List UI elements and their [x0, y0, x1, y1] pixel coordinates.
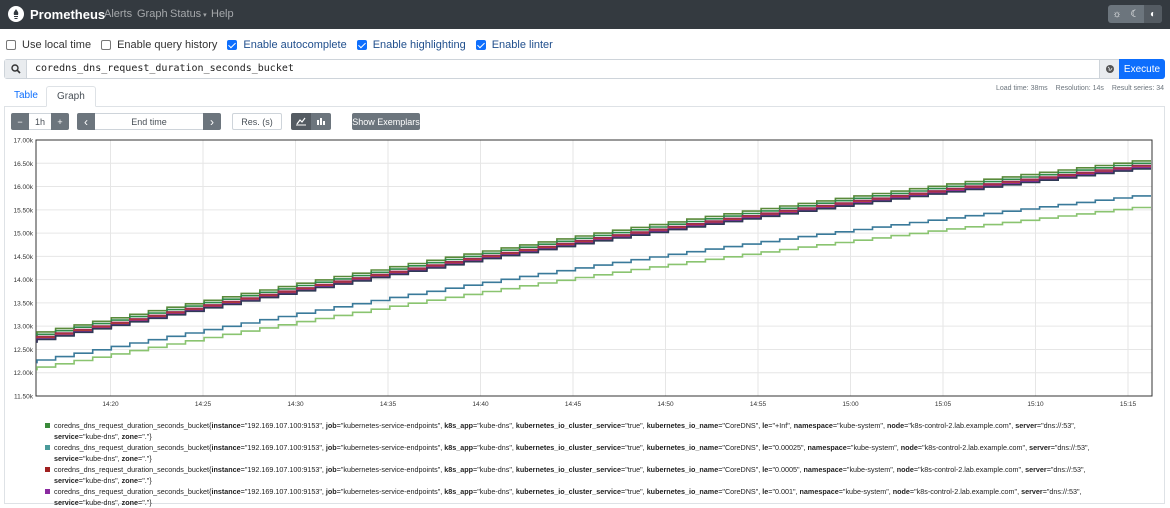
- legend-label: coredns_dns_request_duration_seconds_buc…: [54, 465, 1086, 485]
- expression-input[interactable]: coredns_dns_request_duration_seconds_buc…: [27, 60, 1099, 78]
- x-tick-label: 14:35: [380, 401, 397, 408]
- option-label: Enable query history: [117, 39, 218, 51]
- query-options: Use local time Enable query history Enab…: [6, 38, 563, 52]
- autocomplete-checkbox[interactable]: [227, 40, 238, 50]
- linter-checkbox[interactable]: [475, 40, 486, 50]
- nav-status[interactable]: Status ▾: [170, 8, 207, 20]
- show-exemplars-button[interactable]: Show Exemplars: [352, 113, 420, 130]
- range-input[interactable]: 1h: [29, 113, 51, 130]
- nav-status-label: Status: [170, 8, 202, 20]
- option-label: Use local time: [22, 39, 92, 51]
- legend-label: coredns_dns_request_duration_seconds_buc…: [54, 443, 1090, 463]
- y-tick-label: 11.50k: [14, 394, 34, 401]
- y-tick-label: 16.50k: [13, 161, 33, 168]
- next-time-button[interactable]: ›: [203, 113, 221, 130]
- nav-help[interactable]: Help: [211, 8, 234, 20]
- option-label: Enable highlighting: [372, 39, 466, 51]
- legend-item[interactable]: coredns_dns_request_duration_seconds_buc…: [45, 486, 1120, 508]
- globe-icon[interactable]: [1099, 60, 1119, 78]
- option-query-history[interactable]: Enable query history: [101, 39, 217, 51]
- series-line: [36, 167, 1151, 343]
- caret-down-icon: ▾: [201, 12, 207, 19]
- legend-item[interactable]: coredns_dns_request_duration_seconds_buc…: [45, 442, 1120, 464]
- nav-alerts[interactable]: Alerts: [104, 8, 132, 20]
- legend-swatch: [45, 467, 50, 472]
- nav-graph[interactable]: Graph: [137, 8, 168, 20]
- x-tick-label: 14:20: [102, 401, 119, 408]
- increase-range-button[interactable]: +: [51, 113, 69, 130]
- x-tick-label: 14:30: [287, 401, 304, 408]
- x-tick-label: 15:00: [842, 401, 859, 408]
- option-autocomplete[interactable]: Enable autocomplete: [227, 39, 347, 51]
- brand-title[interactable]: Prometheus: [30, 7, 105, 22]
- series-line: [36, 166, 1151, 342]
- option-linter[interactable]: Enable linter: [475, 39, 553, 51]
- resolution-input[interactable]: Res. (s): [232, 113, 282, 130]
- legend-swatch: [45, 489, 50, 494]
- query-bar: coredns_dns_request_duration_seconds_buc…: [4, 59, 1165, 79]
- line-chart-icon[interactable]: [291, 113, 311, 130]
- moon-icon[interactable]: ☾: [1126, 5, 1144, 23]
- legend-item[interactable]: coredns_dns_request_duration_seconds_buc…: [45, 464, 1120, 486]
- search-icon: [5, 60, 27, 78]
- tab-table[interactable]: Table: [4, 86, 48, 107]
- graph-controls: − 1h + ‹ End time › Res. (s): [11, 113, 331, 130]
- y-tick-label: 16.00k: [13, 184, 33, 191]
- option-label: Enable linter: [491, 39, 553, 51]
- y-tick-label: 17.00k: [13, 138, 33, 145]
- y-tick-label: 13.50k: [13, 300, 33, 307]
- y-tick-label: 14.50k: [13, 254, 33, 261]
- x-tick-label: 14:45: [565, 401, 582, 408]
- prometheus-logo-icon[interactable]: [8, 6, 24, 22]
- stacked-chart-icon[interactable]: [311, 113, 331, 130]
- legend-label: coredns_dns_request_duration_seconds_buc…: [54, 421, 1076, 441]
- y-tick-label: 13.00k: [13, 324, 33, 331]
- sun-icon[interactable]: ☼: [1108, 5, 1126, 23]
- legend-item[interactable]: coredns_dns_request_duration_seconds_buc…: [45, 420, 1120, 442]
- time-series-chart: 11.50k 12.00k 12.50k 13.00k 13.50k 14.00k 14.5…: [13, 138, 1153, 408]
- y-tick-label: 14.00k: [13, 277, 33, 284]
- series-line: [36, 164, 1151, 341]
- legend-label: coredns_dns_request_duration_seconds_buc…: [54, 487, 1082, 507]
- y-tick-label: 12.50k: [13, 347, 33, 354]
- series-line: [36, 206, 1151, 371]
- x-tick-label: 15:05: [935, 401, 952, 408]
- panel-tabs: Table Graph: [4, 86, 1165, 107]
- legend-swatch: [45, 445, 50, 450]
- use-local-time-checkbox[interactable]: [6, 40, 16, 50]
- y-tick-label: 15.00k: [13, 231, 33, 238]
- y-tick-label: 12.00k: [13, 370, 33, 377]
- x-tick-label: 15:15: [1120, 401, 1137, 408]
- x-tick-label: 14:40: [472, 401, 489, 408]
- execute-button[interactable]: Execute: [1119, 59, 1165, 79]
- legend-swatch: [45, 423, 50, 428]
- end-time-input[interactable]: End time: [95, 113, 203, 130]
- navbar: Prometheus Alerts Graph Status ▾ Help ☼ …: [0, 0, 1170, 29]
- option-use-local-time[interactable]: Use local time: [6, 39, 91, 51]
- x-tick-label: 14:25: [195, 401, 212, 408]
- x-tick-label: 15:10: [1027, 401, 1044, 408]
- contrast-icon[interactable]: ◐: [1144, 5, 1162, 23]
- highlighting-checkbox[interactable]: [356, 40, 367, 50]
- x-tick-label: 14:50: [657, 401, 674, 408]
- prev-time-button[interactable]: ‹: [77, 113, 95, 130]
- option-label: Enable autocomplete: [243, 39, 347, 51]
- decrease-range-button[interactable]: −: [11, 113, 29, 130]
- query-history-checkbox[interactable]: [101, 40, 112, 50]
- option-highlighting[interactable]: Enable highlighting: [356, 39, 466, 51]
- series-legend: coredns_dns_request_duration_seconds_buc…: [45, 420, 1120, 508]
- theme-toggle-group: ☼ ☾ ◐: [1108, 5, 1162, 23]
- x-tick-label: 14:55: [750, 401, 767, 408]
- tab-graph[interactable]: Graph: [46, 86, 96, 107]
- y-tick-label: 15.50k: [13, 207, 33, 214]
